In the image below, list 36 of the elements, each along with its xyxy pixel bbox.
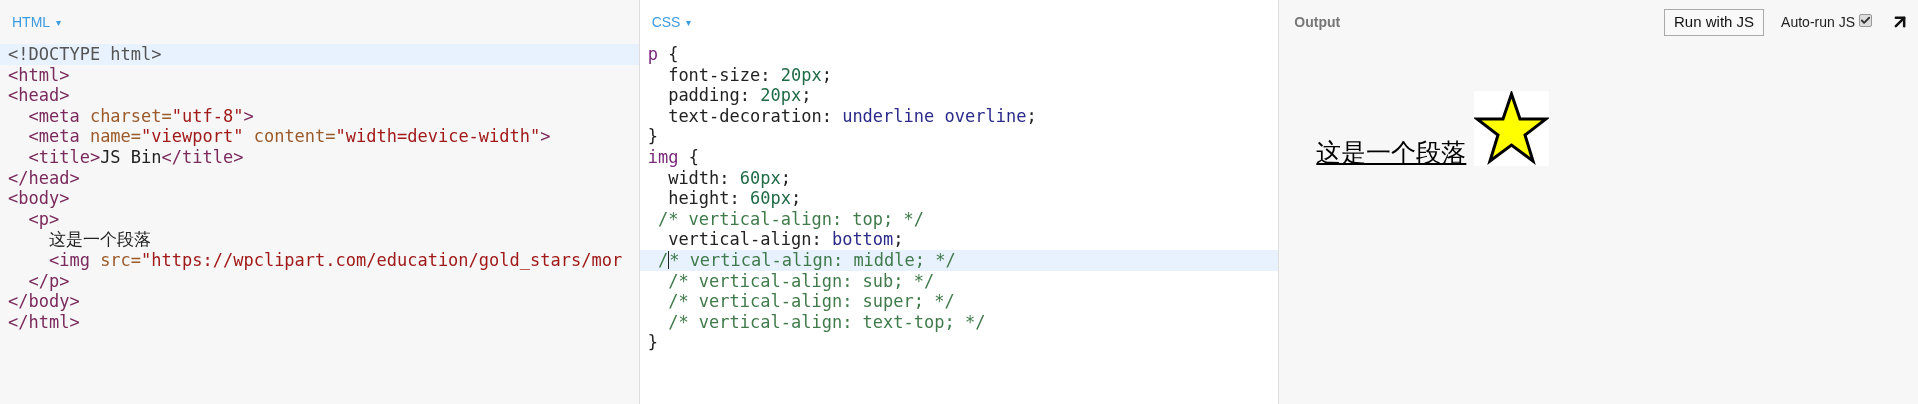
output-paragraph: 这是一个段落 [1316, 138, 1467, 166]
code-line: font-size: 20px; [667, 64, 833, 86]
panel-tab[interactable]: CSS [651, 11, 681, 33]
code-line: <p> [27, 208, 61, 230]
code-line: </p> [27, 270, 71, 292]
code-line: vertical-align: bottom; [667, 229, 905, 250]
code-line: <meta name="viewport" content="width=device-width"> [27, 126, 552, 147]
code-line: /* vertical-align: text-top; */ [667, 311, 987, 333]
code-line: padding: 20px; [667, 85, 813, 106]
code-line: </body> [7, 291, 81, 312]
code-line: <img src="https://wpclipart.com/education/gold_stars/mor [47, 249, 624, 271]
code-line: p { [646, 44, 680, 65]
code-line: text-decoration: underline overline; [667, 105, 1038, 127]
run-button[interactable]: Run with JS [1664, 8, 1765, 36]
code-line: </head> [7, 167, 81, 189]
auto-run-checkbox[interactable] [1859, 14, 1872, 27]
code-line: width: 60px; [667, 167, 792, 189]
code-line: } [646, 126, 659, 147]
code-line: <html> [7, 64, 71, 86]
code-line: } [646, 332, 659, 353]
code-line: /* vertical-align: super; */ [667, 291, 956, 312]
code-line: <head> [7, 85, 71, 106]
auto-run-label: Auto-run JS [1781, 12, 1855, 32]
code-line: <body> [7, 188, 71, 209]
code-line: /* vertical-align: sub; */ [667, 270, 936, 292]
code-line: </html> [7, 311, 81, 333]
code-line: img { [646, 146, 700, 168]
code-line: /* vertical-align: top; */ [656, 208, 925, 230]
code-line: <title>JS Bin</title> [27, 146, 245, 168]
code-line: height: 60px; [667, 188, 803, 209]
code-line: <meta charset="utf-8"> [27, 105, 255, 127]
panel-tab[interactable]: HTML [12, 11, 51, 33]
panel-title: Output [1294, 12, 1341, 32]
dropdown-caret-icon[interactable]: ▾ [56, 14, 62, 30]
dropdown-caret-icon[interactable]: ▾ [686, 14, 692, 30]
code-line: 这是一个段落 [47, 229, 152, 250]
